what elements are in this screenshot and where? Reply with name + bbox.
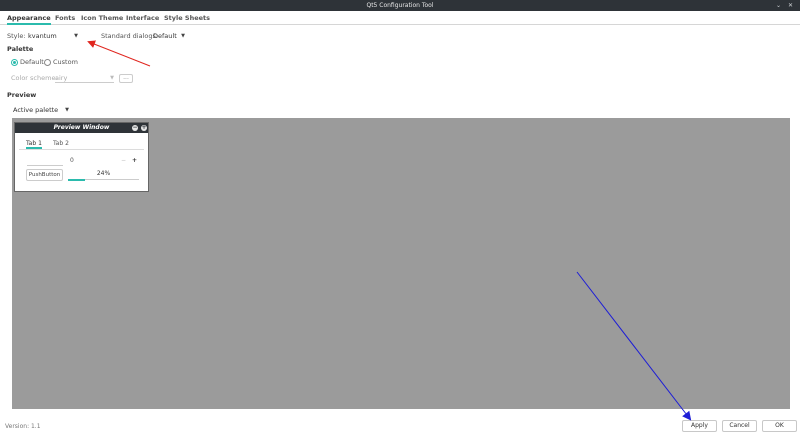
style-combo[interactable]: kvantum ▼ — [28, 31, 78, 41]
window-title: Qt5 Configuration Tool — [366, 2, 434, 9]
chevron-down-icon[interactable]: ⌄ — [776, 0, 781, 11]
tab-appearance[interactable]: Appearance — [7, 12, 51, 25]
preview-progress-text: 24% — [96, 170, 111, 177]
preview-palette-combo[interactable]: Active palette ▼ — [13, 105, 69, 115]
red-annotation-arrow — [87, 40, 151, 67]
plus-icon[interactable]: + — [132, 156, 137, 165]
chevron-down-icon: ▼ — [181, 33, 185, 39]
color-scheme-combo[interactable]: airy ▼ — [55, 73, 114, 83]
color-scheme-more-button[interactable]: ... — [119, 74, 133, 83]
tab-fonts[interactable]: Fonts — [55, 12, 75, 25]
minimize-icon[interactable]: − — [132, 125, 138, 131]
tab-style-sheets[interactable]: Style Sheets — [164, 12, 210, 25]
window-titlebar: Qt5 Configuration Tool ⌄ ✕ — [0, 0, 800, 11]
preview-tab-divider — [19, 149, 144, 150]
maximize-icon[interactable]: + — [141, 125, 147, 131]
preview-section-title: Preview — [7, 91, 37, 99]
minus-icon[interactable]: − — [121, 156, 126, 165]
preview-push-button[interactable]: PushButton — [26, 169, 63, 181]
progress-fill — [68, 179, 86, 181]
standard-dialogs-combo[interactable]: Default ▼ — [153, 31, 185, 41]
preview-spinbox[interactable]: 0 − + — [70, 156, 140, 165]
close-icon[interactable]: ✕ — [788, 0, 793, 11]
version-label: Version: 1.1 — [5, 423, 41, 430]
apply-button[interactable]: Apply — [682, 420, 717, 432]
preview-tab-1[interactable]: Tab 1 — [26, 139, 42, 149]
ok-button[interactable]: OK — [762, 420, 797, 432]
style-combo-value: kvantum — [28, 32, 57, 40]
tab-bar: Appearance Fonts Icon Theme Interface St… — [0, 12, 800, 25]
color-scheme-value: airy — [55, 74, 68, 82]
palette-custom-label: Custom — [53, 58, 78, 66]
preview-spin-value: 0 — [70, 157, 74, 164]
color-scheme-label: Color scheme: — [11, 74, 58, 82]
preview-progress-bar: 24% — [68, 170, 139, 181]
chevron-down-icon: ▼ — [110, 75, 114, 81]
standard-dialogs-label: Standard dialogs: — [101, 32, 159, 40]
chevron-down-icon: ▼ — [65, 107, 69, 113]
style-label: Style: — [7, 32, 26, 40]
palette-default-radio[interactable] — [11, 59, 18, 66]
palette-custom-radio[interactable] — [44, 59, 51, 66]
cancel-button[interactable]: Cancel — [722, 420, 757, 432]
tab-icon-theme[interactable]: Icon Theme — [81, 12, 123, 25]
palette-section-title: Palette — [7, 45, 34, 53]
preview-window-title: Preview Window — [15, 123, 148, 133]
tab-interface[interactable]: Interface — [126, 12, 159, 25]
preview-tab-2[interactable]: Tab 2 — [53, 139, 69, 149]
chevron-down-icon: ▼ — [74, 33, 78, 39]
preview-palette-value: Active palette — [13, 106, 59, 114]
preview-window: Preview Window − + Tab 1 Tab 2 0 − + Pus… — [14, 122, 149, 192]
preview-blank-field[interactable] — [27, 165, 63, 166]
palette-default-label: Default — [20, 58, 44, 66]
standard-dialogs-value: Default — [153, 32, 177, 40]
